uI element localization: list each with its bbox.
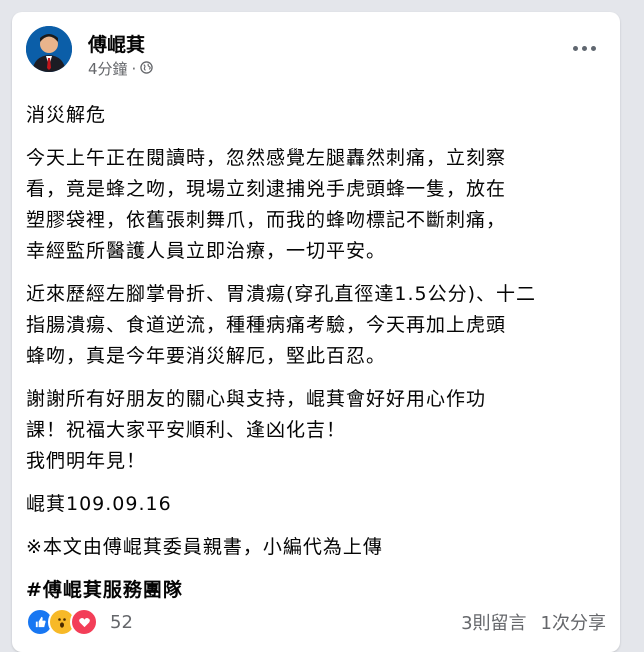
post-paragraph: 崐萁109.09.16 xyxy=(26,493,172,515)
post-header: 傅崐萁 4分鐘 · xyxy=(26,26,606,86)
more-dot-icon xyxy=(572,45,578,51)
globe-icon xyxy=(140,60,154,78)
post-paragraph: 今天上午正在閱讀時，忽然感覺左腿轟然刺痛，立刻察 看，竟是蜂之吻，現場立刻逮捕兇… xyxy=(26,147,507,262)
meta-separator: · xyxy=(131,59,137,78)
post-paragraph: ※本文由傅崐萁委員親書，小編代為上傳 xyxy=(26,536,383,558)
post-stats: 3則留言 1次分享 xyxy=(461,609,606,635)
more-options-button[interactable] xyxy=(566,34,602,62)
share-count-link[interactable]: 1次分享 xyxy=(541,609,606,635)
post-card: 傅崐萁 4分鐘 · 消災解危 今天上午正在閱讀時，忽然感覺左腿轟然刺痛，立刻察 … xyxy=(12,12,620,652)
hashtag-link[interactable]: #傅崐萁服務團隊 xyxy=(26,575,608,606)
post-time[interactable]: 4分鐘 xyxy=(88,58,128,79)
post-footer: 52 3則留言 1次分享 xyxy=(26,604,606,640)
reaction-count: 52 xyxy=(110,611,133,633)
post-content: 消災解危 今天上午正在閱讀時，忽然感覺左腿轟然刺痛，立刻察 看，竟是蜂之吻，現場… xyxy=(26,100,608,618)
post-paragraph: 謝謝所有好朋友的關心與支持，崐萁會好好用心作功 課！祝福大家平安順利、逢凶化吉！… xyxy=(26,388,487,472)
avatar[interactable] xyxy=(26,26,72,72)
love-icon xyxy=(70,608,98,636)
post-paragraph: 消災解危 xyxy=(26,104,107,126)
more-dot-icon xyxy=(581,45,587,51)
more-dot-icon xyxy=(590,45,596,51)
author-name[interactable]: 傅崐萁 xyxy=(88,30,145,57)
comment-count-link[interactable]: 3則留言 xyxy=(461,609,526,635)
post-paragraph: 近來歷經左腳掌骨折、胃潰瘍(穿孔直徑達1.5公分)、十二 指腸潰瘍、食道逆流，種… xyxy=(26,283,537,367)
post-meta: 4分鐘 · xyxy=(88,58,154,79)
reactions-summary[interactable]: 52 xyxy=(26,608,133,636)
